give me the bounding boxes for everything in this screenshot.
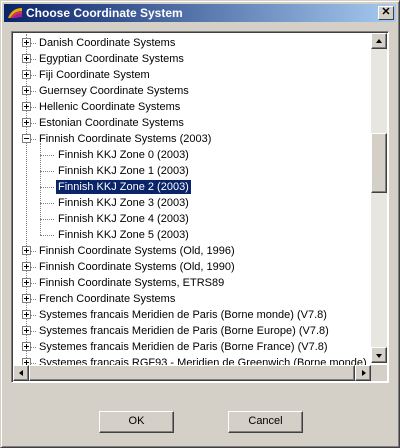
tree-item-label[interactable]: Finnish KKJ Zone 5 (2003) [56, 228, 191, 242]
expand-icon[interactable] [22, 326, 31, 335]
tree-leaf[interactable]: Finnish KKJ Zone 0 (2003) [14, 147, 370, 163]
tree-connector [31, 347, 36, 349]
tree-leaf[interactable]: Finnish KKJ Zone 3 (2003) [14, 195, 370, 211]
tree-item-label[interactable]: Systemes francais Meridien de Paris (Bor… [37, 340, 330, 354]
scroll-left-button[interactable] [13, 365, 29, 381]
expand-icon[interactable] [22, 38, 31, 47]
tree-node[interactable]: Finnish Coordinate Systems (Old, 1990) [14, 259, 370, 275]
tree-item-label[interactable]: French Coordinate Systems [37, 292, 177, 306]
expand-icon[interactable] [22, 310, 31, 319]
tree-item-label[interactable]: Finnish KKJ Zone 3 (2003) [56, 196, 191, 210]
tree-connector [40, 187, 54, 189]
tree-item-label[interactable]: Estonian Coordinate Systems [37, 116, 186, 130]
tree-item-label[interactable]: Finnish Coordinate Systems, ETRS89 [37, 276, 226, 290]
tree-item-label-selected[interactable]: Finnish KKJ Zone 2 (2003) [55, 179, 192, 195]
title-bar[interactable]: Choose Coordinate System ✕ [4, 4, 396, 22]
window-title: Choose Coordinate System [26, 6, 183, 20]
tree-leaf[interactable]: Finnish KKJ Zone 1 (2003) [14, 163, 370, 179]
tree-item-label[interactable]: Hellenic Coordinate Systems [37, 100, 182, 114]
tree-leaf[interactable]: Finnish KKJ Zone 2 (2003) [14, 179, 370, 195]
tree-node[interactable]: French Coordinate Systems [14, 291, 370, 307]
tree-connector [31, 251, 36, 253]
expand-icon[interactable] [22, 246, 31, 255]
tree-node[interactable]: Finnish Coordinate Systems (2003) [14, 131, 370, 147]
tree-connector [40, 219, 54, 221]
tree-connector [31, 315, 36, 317]
tree-connector [40, 155, 54, 157]
tree-node[interactable]: Danish Coordinate Systems [14, 35, 370, 51]
expand-icon[interactable] [22, 262, 31, 271]
dialog-window: Choose Coordinate System ✕ Danish Coordi… [0, 0, 400, 448]
ok-button[interactable]: OK [99, 411, 174, 433]
tree-connector [31, 123, 36, 125]
scrollbar-corner [371, 365, 387, 381]
horizontal-scrollbar[interactable] [13, 365, 371, 381]
tree-connector [31, 43, 36, 45]
expand-icon[interactable] [22, 342, 31, 351]
tree-node[interactable]: Hellenic Coordinate Systems [14, 99, 370, 115]
cancel-button[interactable]: Cancel [228, 411, 303, 433]
arrow-left-icon [19, 370, 23, 376]
tree-leaf[interactable]: Finnish KKJ Zone 5 (2003) [14, 227, 370, 243]
tree-leaf[interactable]: Finnish KKJ Zone 4 (2003) [14, 211, 370, 227]
expand-icon[interactable] [22, 70, 31, 79]
vertical-scrollbar[interactable] [371, 33, 387, 363]
tree-item-label[interactable]: Finnish Coordinate Systems (Old, 1990) [37, 260, 237, 274]
collapse-icon[interactable] [22, 134, 31, 143]
expand-icon[interactable] [22, 118, 31, 127]
expand-icon[interactable] [22, 54, 31, 63]
tree-item-label[interactable]: Fiji Coordinate System [37, 68, 152, 82]
tree-connector [31, 75, 36, 77]
tree-node[interactable]: Systemes francais Meridien de Paris (Bor… [14, 307, 370, 323]
tree-node[interactable]: Egyptian Coordinate Systems [14, 51, 370, 67]
tree-node[interactable]: Systemes francais Meridien de Paris (Bor… [14, 339, 370, 355]
scroll-down-button[interactable] [371, 347, 387, 363]
close-icon: ✕ [381, 6, 391, 18]
tree-node[interactable]: Estonian Coordinate Systems [14, 115, 370, 131]
tree-connector [31, 267, 36, 269]
tree-item-label[interactable]: Finnish KKJ Zone 1 (2003) [56, 164, 191, 178]
tree-connector [40, 171, 54, 173]
arrow-up-icon [376, 39, 382, 43]
tree-item-label[interactable]: Finnish KKJ Zone 0 (2003) [56, 148, 191, 162]
tree-node[interactable]: Finnish Coordinate Systems, ETRS89 [14, 275, 370, 291]
tree-node[interactable]: Finnish Coordinate Systems (Old, 1996) [14, 243, 370, 259]
tree-connector [31, 299, 36, 301]
arrow-right-icon [362, 370, 366, 376]
tree-item-label[interactable]: Finnish Coordinate Systems (Old, 1996) [37, 244, 237, 258]
arrow-down-icon [376, 354, 382, 358]
expand-icon[interactable] [22, 294, 31, 303]
tree-item-label[interactable]: Systemes francais Meridien de Paris (Bor… [37, 324, 331, 338]
tree-connector [31, 331, 36, 333]
close-button[interactable]: ✕ [378, 6, 394, 20]
tree-connector [31, 283, 36, 285]
tree-node[interactable]: Guernsey Coordinate Systems [14, 83, 370, 99]
tree-connector [31, 139, 36, 141]
scroll-right-button[interactable] [355, 365, 371, 381]
tree-node[interactable]: Fiji Coordinate System [14, 67, 370, 83]
scroll-up-button[interactable] [371, 33, 387, 49]
app-icon [8, 8, 22, 18]
tree-connector [40, 235, 54, 237]
vertical-scroll-thumb[interactable] [371, 133, 387, 193]
coordinate-system-tree[interactable]: Danish Coordinate Systems Egyptian Coordi… [11, 31, 389, 383]
expand-icon[interactable] [22, 102, 31, 111]
expand-icon[interactable] [22, 278, 31, 287]
tree-item-label[interactable]: Danish Coordinate Systems [37, 36, 177, 50]
tree-item-label[interactable]: Finnish Coordinate Systems (2003) [37, 132, 213, 146]
tree-connector [31, 107, 36, 109]
tree-item-label[interactable]: Egyptian Coordinate Systems [37, 52, 186, 66]
tree-item-label[interactable]: Guernsey Coordinate Systems [37, 84, 191, 98]
expand-icon[interactable] [22, 86, 31, 95]
tree-node[interactable]: Systemes francais Meridien de Paris (Bor… [14, 323, 370, 339]
tree-list: Danish Coordinate Systems Egyptian Coordi… [14, 34, 370, 380]
tree-item-label[interactable]: Systemes francais Meridien de Paris (Bor… [37, 308, 329, 322]
tree-connector [40, 203, 54, 205]
tree-connector [31, 91, 36, 93]
tree-connector [31, 59, 36, 61]
tree-item-label[interactable]: Finnish KKJ Zone 4 (2003) [56, 212, 191, 226]
horizontal-scroll-thumb[interactable] [29, 365, 355, 381]
